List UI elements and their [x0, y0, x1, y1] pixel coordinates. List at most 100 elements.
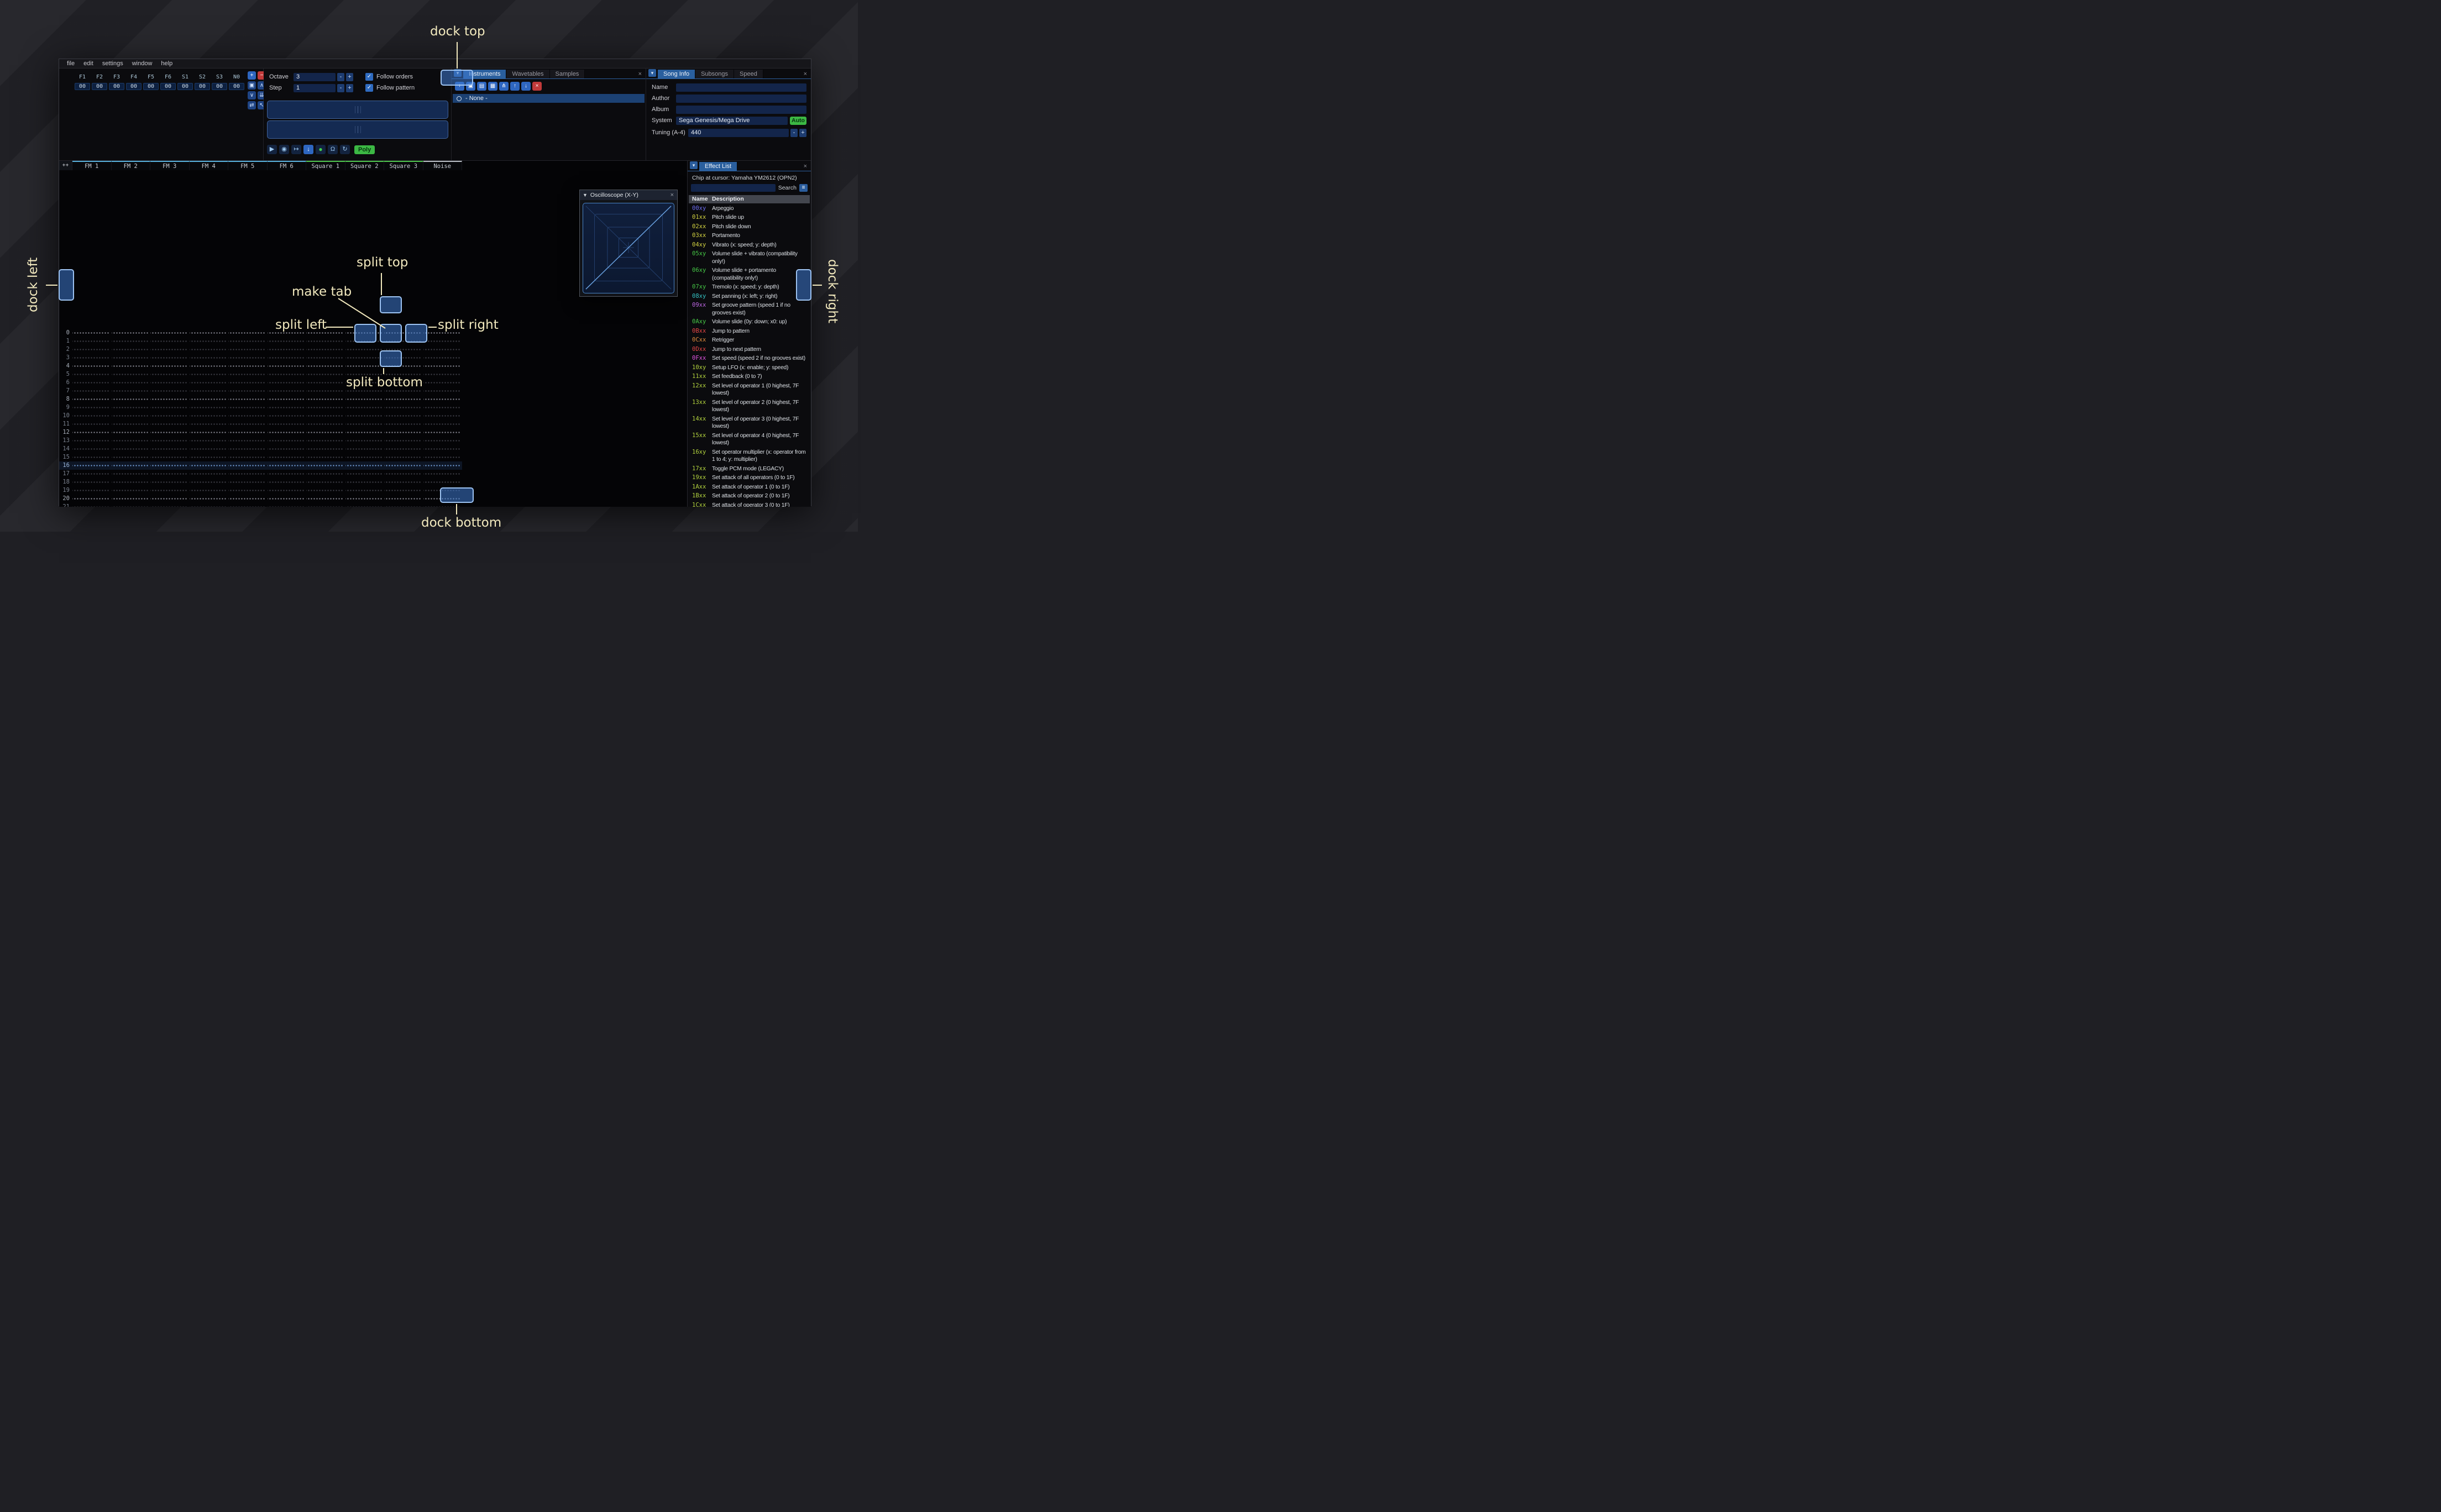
pattern-cell[interactable]: [306, 478, 345, 486]
pattern-cell[interactable]: [72, 379, 112, 387]
pattern-cell[interactable]: [384, 461, 423, 470]
pattern-cell[interactable]: [72, 428, 112, 437]
swap-icon[interactable]: ⇄: [248, 101, 256, 109]
pattern-cell[interactable]: [345, 403, 385, 412]
pattern-cell[interactable]: [267, 345, 307, 354]
tuning-increment-button[interactable]: +: [799, 128, 806, 137]
channel-header-fm-3[interactable]: FM 3: [150, 161, 190, 170]
step-increment-button[interactable]: +: [346, 83, 353, 92]
pattern-cell[interactable]: [423, 461, 463, 470]
pattern-cell[interactable]: [150, 478, 190, 486]
song-author-input[interactable]: [676, 94, 806, 103]
song-system-select[interactable]: Sega Genesis/Mega Drive: [676, 116, 788, 125]
make-tab-target[interactable]: [380, 324, 402, 343]
piano-upper-row[interactable]: [267, 101, 448, 119]
pattern-cell[interactable]: [384, 495, 423, 503]
pattern-cell[interactable]: [306, 362, 345, 370]
system-auto-button[interactable]: Auto: [790, 116, 806, 125]
pattern-cell[interactable]: [150, 412, 190, 420]
pattern-cell[interactable]: [423, 370, 463, 379]
follow-pattern-checkbox[interactable]: ✓: [365, 84, 373, 92]
dock-target-right[interactable]: [796, 269, 811, 301]
pattern-cell[interactable]: [228, 354, 268, 362]
tuning-decrement-button[interactable]: -: [790, 128, 798, 137]
tab-speed[interactable]: Speed: [734, 70, 763, 78]
pattern-cell[interactable]: [228, 362, 268, 370]
pattern-cell[interactable]: [150, 329, 190, 337]
menu-item-edit[interactable]: edit: [79, 59, 98, 69]
pattern-cell[interactable]: [345, 395, 385, 403]
pattern-cell[interactable]: [72, 495, 112, 503]
pattern-cell[interactable]: [111, 329, 151, 337]
pattern-cell[interactable]: [150, 461, 190, 470]
song-close-button[interactable]: ×: [800, 70, 811, 78]
pattern-cell[interactable]: [423, 354, 463, 362]
pattern-cell[interactable]: [189, 461, 229, 470]
pattern-cell[interactable]: [150, 445, 190, 453]
pattern-cell[interactable]: [189, 470, 229, 478]
dock-target-bottom[interactable]: [440, 487, 474, 503]
pattern-cell[interactable]: [189, 403, 229, 412]
pattern-cell[interactable]: [72, 370, 112, 379]
pattern-cell[interactable]: [111, 345, 151, 354]
move-up-button[interactable]: ↑: [510, 82, 520, 91]
pattern-cell[interactable]: [267, 337, 307, 345]
pattern-cell[interactable]: [345, 503, 385, 507]
pattern-cell[interactable]: [423, 478, 463, 486]
pattern-cell[interactable]: [72, 437, 112, 445]
pattern-cell[interactable]: [267, 461, 307, 470]
pattern-cell[interactable]: [423, 362, 463, 370]
menu-item-file[interactable]: file: [62, 59, 79, 69]
pattern-cell[interactable]: [384, 420, 423, 428]
pattern-cell[interactable]: [306, 470, 345, 478]
pattern-cell[interactable]: [306, 379, 345, 387]
instruments-close-button[interactable]: ×: [635, 70, 646, 78]
pattern-cell[interactable]: [189, 387, 229, 395]
pattern-cell[interactable]: [384, 453, 423, 461]
step-input[interactable]: 1: [294, 83, 336, 92]
pattern-cell[interactable]: [228, 345, 268, 354]
pattern-cell[interactable]: [150, 337, 190, 345]
pattern-cell[interactable]: [267, 470, 307, 478]
pattern-cell[interactable]: [423, 387, 463, 395]
pattern-cell[interactable]: [111, 362, 151, 370]
pattern-cell[interactable]: [306, 453, 345, 461]
pattern-cell[interactable]: [72, 461, 112, 470]
pattern-cell[interactable]: [72, 403, 112, 412]
pattern-cell[interactable]: [345, 412, 385, 420]
pattern-cell[interactable]: [267, 503, 307, 507]
pattern-cell[interactable]: [267, 420, 307, 428]
pattern-cell[interactable]: [306, 370, 345, 379]
pattern-cell[interactable]: [72, 486, 112, 495]
pattern-cell[interactable]: [306, 412, 345, 420]
pattern-cell[interactable]: [306, 387, 345, 395]
channel-header-fm-1[interactable]: FM 1: [72, 161, 112, 170]
play-from-start-icon[interactable]: ◉: [279, 145, 289, 154]
pattern-cell[interactable]: [345, 470, 385, 478]
pattern-cell[interactable]: [267, 379, 307, 387]
pattern-cell[interactable]: [72, 329, 112, 337]
pattern-cell[interactable]: [111, 370, 151, 379]
song-name-input[interactable]: [676, 83, 806, 92]
pattern-cell[interactable]: [189, 486, 229, 495]
collapse-icon[interactable]: ▼: [580, 192, 590, 198]
step-decrement-button[interactable]: -: [337, 83, 344, 92]
pattern-cell[interactable]: [423, 437, 463, 445]
pattern-cell[interactable]: [306, 486, 345, 495]
pattern-cell[interactable]: [111, 445, 151, 453]
pattern-cell[interactable]: [267, 395, 307, 403]
step-down-icon[interactable]: ↓: [303, 145, 313, 154]
pattern-corner-button[interactable]: ++: [59, 161, 72, 170]
menu-item-window[interactable]: window: [128, 59, 157, 69]
pattern-cell[interactable]: [111, 478, 151, 486]
pattern-cell[interactable]: [111, 379, 151, 387]
pattern-cell[interactable]: [111, 486, 151, 495]
open-instrument-button[interactable]: ▤: [477, 82, 486, 91]
channel-header-square-3[interactable]: Square 3: [384, 161, 423, 170]
channel-header-fm-4[interactable]: FM 4: [189, 161, 228, 170]
pattern-cell[interactable]: [72, 354, 112, 362]
play-row-icon[interactable]: ↦: [291, 145, 301, 154]
pattern-cell[interactable]: [189, 412, 229, 420]
pattern-cell[interactable]: [423, 428, 463, 437]
follow-orders-checkbox[interactable]: ✓: [365, 73, 373, 81]
